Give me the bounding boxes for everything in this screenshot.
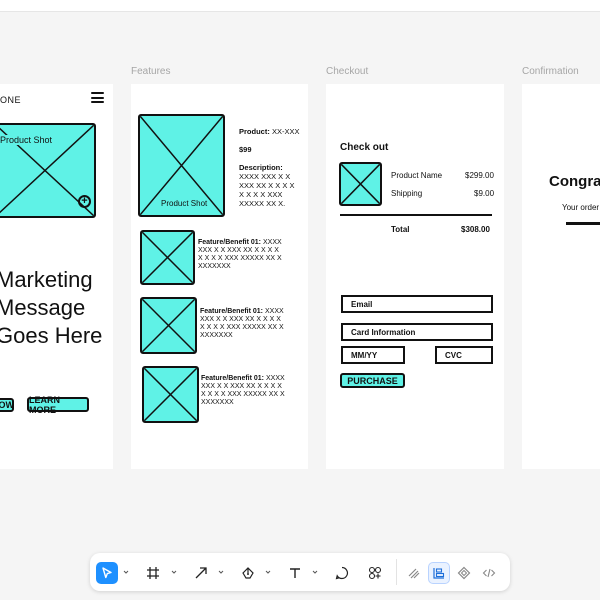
components-tool-button[interactable]	[364, 562, 386, 584]
product-price-value: $299.00	[465, 171, 494, 180]
email-field[interactable]: Email	[341, 295, 493, 313]
shapes-icon	[368, 566, 382, 580]
benefit-label-2: Feature/Benefit 01:	[200, 308, 264, 315]
code-tool-button[interactable]	[478, 562, 500, 584]
frame-tool-button[interactable]	[142, 562, 164, 584]
arrow-icon	[195, 567, 207, 579]
benefit-text-2: Feature/Benefit 01: XXXX XXX X X XXX XX …	[200, 308, 286, 340]
description-label: Description:	[239, 163, 283, 172]
layout-tool-button[interactable]	[428, 562, 450, 584]
text-icon	[290, 568, 300, 578]
headline-line-1: Marketing	[0, 267, 93, 292]
chevron-down-icon[interactable]	[312, 567, 318, 577]
card-information-field[interactable]: Card Information	[341, 323, 493, 341]
summary-divider	[340, 214, 492, 216]
code-icon	[482, 568, 496, 578]
text-tool-button[interactable]	[284, 562, 306, 584]
confirmation-divider	[566, 222, 600, 225]
zoom-in-icon[interactable]: +	[78, 195, 91, 208]
design-toolbar	[90, 553, 510, 591]
description-text: XXXX XXX X X XXX XX X X X X X X X X XXX …	[239, 172, 295, 208]
learn-more-button[interactable]: LEARN MORE	[27, 395, 89, 415]
headline-line-3: Goes Here	[0, 323, 103, 348]
arrow-tool-button[interactable]	[190, 562, 212, 584]
chevron-down-icon[interactable]	[265, 567, 271, 577]
cart-item-image	[339, 162, 382, 206]
hero-image-label: Product Shot	[0, 135, 53, 145]
product-image-label: Product Shot	[161, 199, 208, 208]
frame-label-confirmation[interactable]: Confirmation	[522, 66, 579, 77]
product-price: $99	[239, 145, 252, 154]
cursor-icon	[102, 567, 112, 579]
benefit-image-2	[140, 297, 197, 354]
benefit-image-3	[142, 366, 199, 423]
prototype-tool-button[interactable]	[453, 562, 475, 584]
total-label: Total	[391, 225, 410, 234]
confirmation-heading: Congra	[549, 173, 600, 190]
benefit-text-1: Feature/Benefit 01: XXXX XXX X X XXX XX …	[198, 239, 284, 271]
product-name-label: Product Name	[391, 171, 443, 180]
hamburger-menu-icon[interactable]	[91, 92, 104, 103]
pen-tool-button[interactable]	[237, 562, 259, 584]
marketing-headline: Marketing Message Goes Here	[0, 266, 102, 350]
frame-icon	[147, 567, 159, 579]
logo-text: ONE	[0, 95, 22, 105]
cvc-field[interactable]: CVC	[435, 346, 493, 364]
comment-icon	[335, 566, 348, 580]
shipping-label: Shipping	[391, 189, 423, 198]
draw-tool-button[interactable]	[403, 562, 425, 584]
product-value: XX-XXX	[271, 127, 300, 136]
benefit-image-1	[140, 230, 195, 285]
chevron-down-icon[interactable]	[218, 567, 224, 577]
frame-label-checkout[interactable]: Checkout	[326, 66, 368, 77]
benefit-label-3: Feature/Benefit 01:	[201, 375, 265, 382]
product-label: Product:	[239, 127, 270, 136]
expiry-field[interactable]: MM/YY	[341, 346, 405, 364]
headline-line-2: Message	[0, 295, 86, 320]
shipping-value: $9.00	[474, 189, 495, 198]
diamond-icon	[457, 566, 471, 580]
frame-label-features[interactable]: Features	[131, 66, 170, 77]
shop-now-button[interactable]: NOW	[0, 398, 14, 412]
benefit-text-3: Feature/Benefit 01: XXXX XXX X X XXX XX …	[201, 375, 287, 407]
order-text: Your order	[562, 203, 600, 212]
product-line: Product: XX-XXX	[239, 127, 299, 136]
benefit-label-1: Feature/Benefit 01:	[198, 239, 262, 246]
pen-icon	[242, 567, 254, 579]
comment-tool-button[interactable]	[331, 562, 353, 584]
move-tool-button[interactable]	[96, 562, 118, 584]
toolbar-separator	[396, 559, 397, 585]
chevron-down-icon[interactable]	[123, 567, 129, 577]
top-edge-bar	[0, 0, 600, 12]
purchase-button[interactable]: PURCHASE	[340, 373, 405, 388]
chevron-down-icon[interactable]	[171, 567, 177, 577]
checkout-title: Check out	[340, 142, 389, 153]
draw-icon	[408, 568, 420, 579]
total-value: $308.00	[461, 225, 490, 234]
layout-icon	[433, 568, 445, 579]
frame-confirmation[interactable]	[522, 84, 600, 469]
